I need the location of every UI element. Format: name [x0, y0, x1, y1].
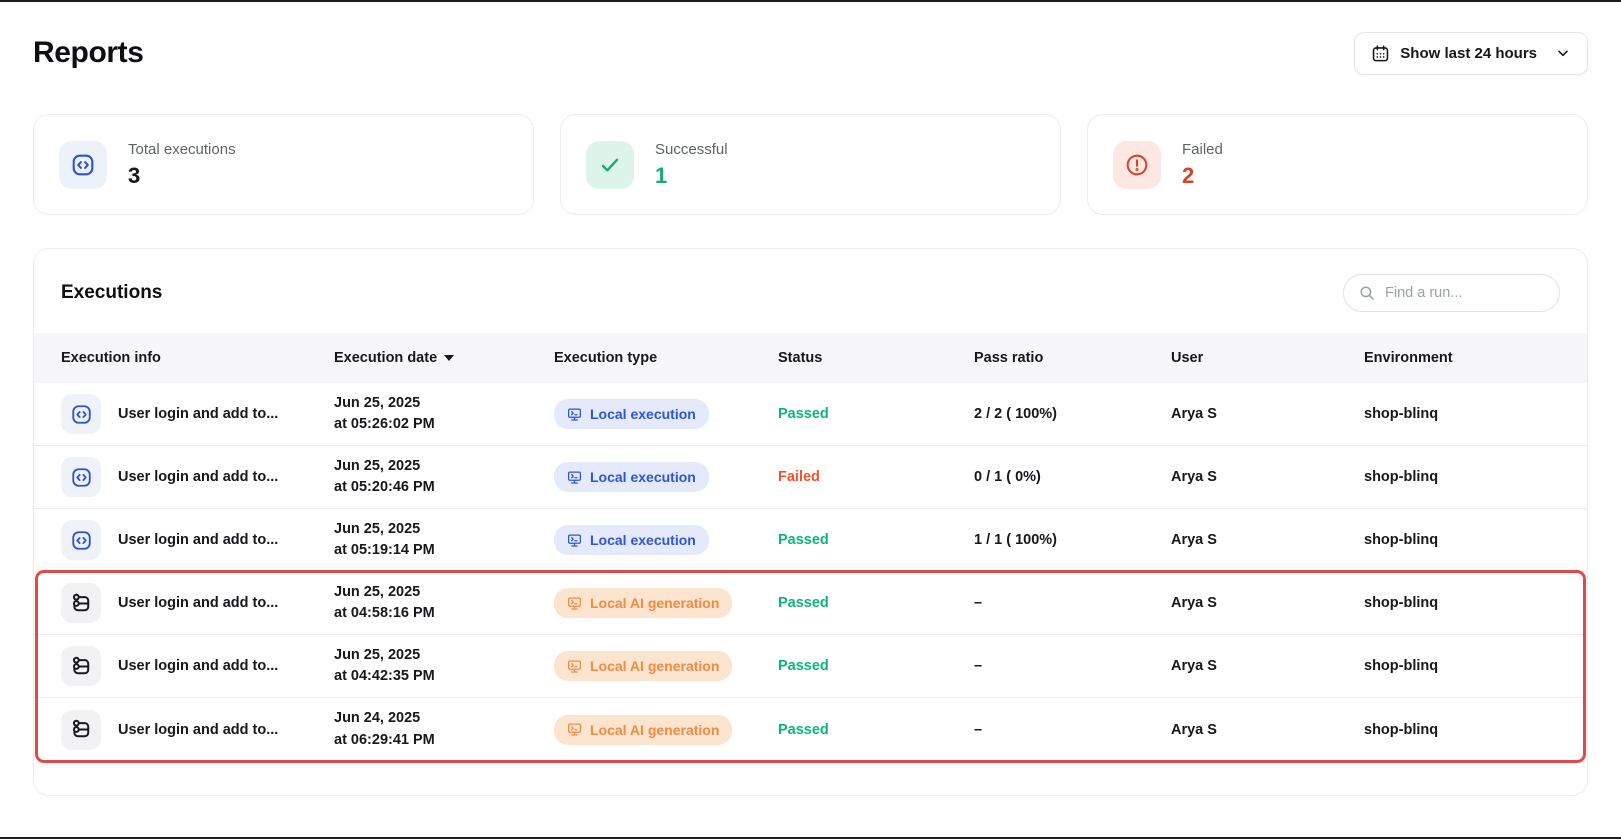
status-text: Passed — [778, 595, 974, 611]
environment: shop-blinq — [1364, 658, 1587, 674]
pass-ratio: 2 / 2 ( 100%) — [974, 406, 1171, 422]
execution-type-badge: Local AI generation — [554, 715, 732, 745]
monitor-icon — [567, 659, 582, 674]
workflow-icon — [61, 710, 101, 750]
code-square-icon — [61, 394, 101, 434]
alert-circle-icon — [1113, 141, 1161, 189]
column-header-pass-ratio: Pass ratio — [974, 350, 1171, 366]
search-box[interactable] — [1343, 274, 1560, 312]
stat-cards: Total executions 3 Successful 1 — [33, 114, 1588, 215]
executions-header: Executions — [34, 249, 1587, 333]
environment: shop-blinq — [1364, 469, 1587, 485]
environment: shop-blinq — [1364, 595, 1587, 611]
pass-ratio: 0 / 1 ( 0%) — [974, 469, 1171, 485]
code-square-icon — [61, 457, 101, 497]
status-text: Passed — [778, 658, 974, 674]
column-header-user: User — [1171, 350, 1364, 366]
code-square-icon — [59, 141, 107, 189]
user: Arya S — [1171, 658, 1364, 674]
calendar-icon — [1371, 44, 1390, 63]
table-row[interactable]: User login and add to... Jun 25, 2025 at… — [34, 509, 1587, 572]
pass-ratio: 1 / 1 ( 100%) — [974, 532, 1171, 548]
pass-ratio: – — [974, 595, 1171, 611]
stat-value: 3 — [128, 163, 236, 189]
stat-label: Successful — [655, 141, 728, 158]
status-text: Passed — [778, 532, 974, 548]
monitor-icon — [567, 596, 582, 611]
user: Arya S — [1171, 595, 1364, 611]
stat-label: Failed — [1182, 141, 1223, 158]
user: Arya S — [1171, 722, 1364, 738]
monitor-icon — [567, 470, 582, 485]
pass-ratio: – — [974, 658, 1171, 674]
user: Arya S — [1171, 406, 1364, 422]
pass-ratio: – — [974, 722, 1171, 738]
check-icon — [586, 141, 634, 189]
workflow-icon — [61, 583, 101, 623]
executions-card: Executions Execution info Execution date — [33, 248, 1588, 796]
table-row[interactable]: User login and add to... Jun 24, 2025 at… — [34, 698, 1587, 761]
search-input[interactable] — [1385, 285, 1572, 301]
environment: shop-blinq — [1364, 406, 1587, 422]
table-row[interactable]: User login and add to... Jun 25, 2025 at… — [34, 572, 1587, 635]
column-header-execution-type: Execution type — [554, 350, 778, 366]
execution-type-badge: Local AI generation — [554, 588, 732, 618]
column-header-execution-info: Execution info — [61, 350, 334, 366]
column-header-status: Status — [778, 350, 974, 366]
table-row[interactable]: User login and add to... Jun 25, 2025 at… — [34, 446, 1587, 509]
table-header-row: Execution info Execution date Execution … — [34, 333, 1587, 383]
table-row[interactable]: User login and add to... Jun 25, 2025 at… — [34, 635, 1587, 698]
code-square-icon — [61, 520, 101, 560]
column-header-environment: Environment — [1364, 350, 1587, 366]
stat-card-total-executions: Total executions 3 — [33, 114, 534, 215]
topbar: Reports Show last 24 hours — [33, 0, 1588, 76]
table-body: User login and add to... Jun 25, 2025 at… — [34, 383, 1587, 761]
status-text: Passed — [778, 406, 974, 422]
environment: shop-blinq — [1364, 532, 1587, 548]
status-text: Failed — [778, 469, 974, 485]
monitor-icon — [567, 722, 582, 737]
page-title: Reports — [33, 36, 144, 70]
user: Arya S — [1171, 469, 1364, 485]
executions-title: Executions — [61, 282, 162, 304]
monitor-icon — [567, 533, 582, 548]
execution-type-badge: Local AI generation — [554, 651, 732, 681]
executions-table: Execution info Execution date Execution … — [34, 333, 1587, 761]
column-header-execution-date[interactable]: Execution date — [334, 350, 554, 366]
user: Arya S — [1171, 532, 1364, 548]
monitor-icon — [567, 407, 582, 422]
status-text: Passed — [778, 722, 974, 738]
workflow-icon — [61, 646, 101, 686]
execution-type-badge: Local execution — [554, 462, 709, 492]
time-filter-button[interactable]: Show last 24 hours — [1354, 32, 1588, 75]
stat-card-successful: Successful 1 — [560, 114, 1061, 215]
stat-card-failed: Failed 2 — [1087, 114, 1588, 215]
execution-type-badge: Local execution — [554, 399, 709, 429]
stat-label: Total executions — [128, 141, 236, 158]
sort-desc-icon — [444, 355, 454, 361]
stat-value: 2 — [1182, 163, 1223, 189]
chevron-down-icon — [1555, 45, 1571, 61]
table-row[interactable]: User login and add to... Jun 25, 2025 at… — [34, 383, 1587, 446]
stat-value: 1 — [655, 163, 728, 189]
time-filter-label: Show last 24 hours — [1400, 45, 1537, 62]
execution-type-badge: Local execution — [554, 525, 709, 555]
reports-page: Reports Show last 24 hours — [0, 0, 1621, 839]
environment: shop-blinq — [1364, 722, 1587, 738]
search-icon — [1358, 284, 1376, 302]
